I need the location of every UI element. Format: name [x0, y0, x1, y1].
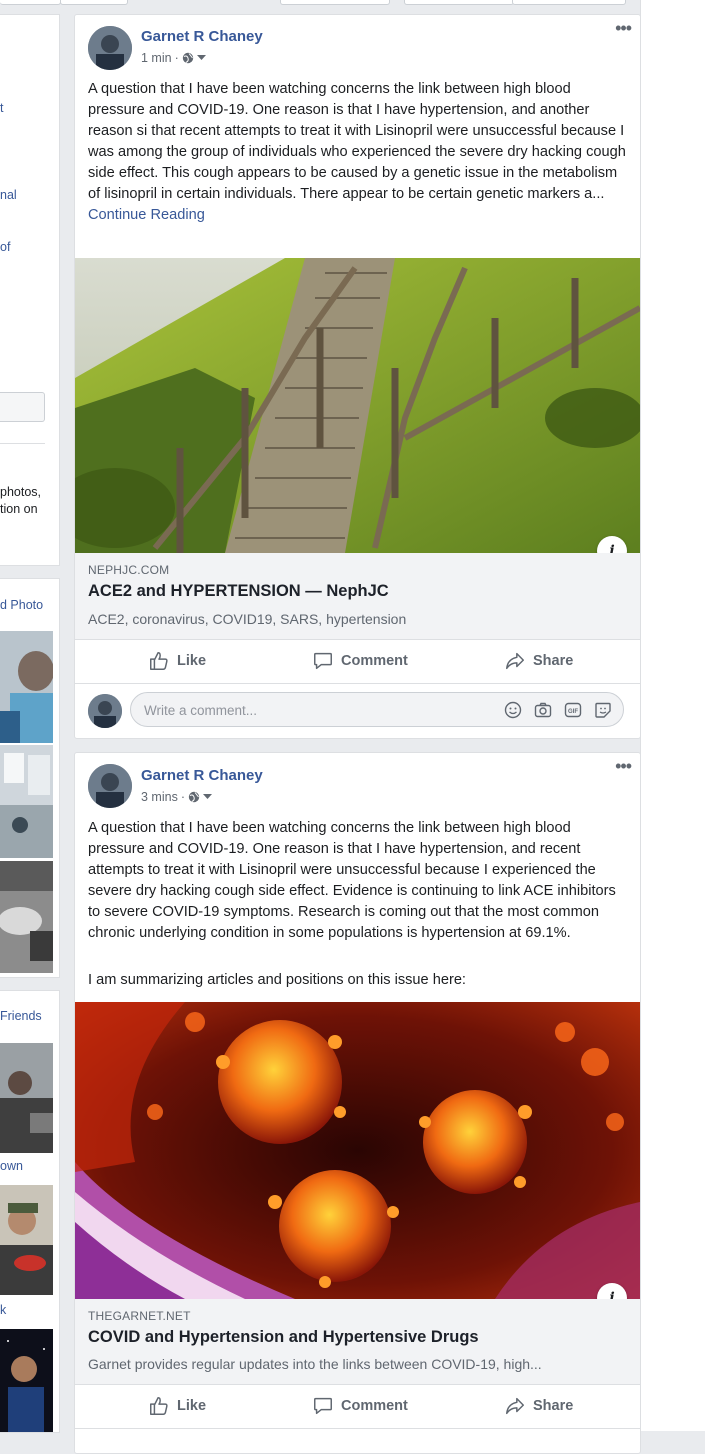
- left-fragment-2[interactable]: nal: [0, 188, 17, 202]
- left-fragment-1[interactable]: t: [0, 101, 3, 115]
- post-body: A question that I have been watching con…: [88, 820, 616, 941]
- feed-post: Garnet R Chaney 1 min · ••• A question t…: [74, 14, 641, 739]
- post-text-2: I am summarizing articles and positions …: [88, 970, 628, 991]
- left-fragment-4: photos,: [0, 485, 42, 499]
- left-photo-3[interactable]: [0, 861, 53, 973]
- left-fragment-6[interactable]: d Photo: [0, 598, 43, 612]
- top-control-2[interactable]: [60, 0, 128, 5]
- like-button[interactable]: Like: [148, 1384, 206, 1428]
- post-body-2: I am summarizing articles and positions …: [88, 972, 466, 988]
- globe-icon[interactable]: [188, 791, 200, 803]
- share-label: Share: [533, 1398, 574, 1414]
- comment-icon: [314, 1397, 332, 1415]
- left-friends-card: Friends own k: [0, 990, 60, 1433]
- left-friend-photo-1[interactable]: [0, 1043, 53, 1153]
- comment-input[interactable]: Write a comment... GIF: [130, 692, 624, 727]
- post-time[interactable]: 1 min: [141, 51, 172, 65]
- share-icon: [506, 1397, 524, 1415]
- top-control-4[interactable]: [404, 0, 514, 5]
- left-photos-card: d Photo: [0, 578, 60, 978]
- left-friend-photo-3[interactable]: [0, 1329, 53, 1432]
- left-friend-photo-2[interactable]: [0, 1185, 53, 1295]
- emoji-icon[interactable]: [503, 700, 523, 720]
- author-avatar[interactable]: [88, 764, 132, 808]
- comment-composer: Write a comment... GIF: [75, 683, 640, 738]
- link-domain: NEPHJC.COM: [88, 563, 170, 577]
- caret-down-icon[interactable]: [203, 794, 212, 800]
- link-description: ACE2, coronavirus, COVID19, SARS, hypert…: [88, 611, 407, 627]
- post-actions: Like Comment Share: [75, 1384, 640, 1429]
- more-icon[interactable]: •••: [615, 19, 632, 37]
- comment-label: Comment: [341, 653, 408, 669]
- left-photo-2[interactable]: [0, 745, 53, 858]
- top-control-5[interactable]: [512, 0, 626, 5]
- link-preview-box[interactable]: THEGARNET.NET COVID and Hypertension and…: [75, 1299, 640, 1385]
- left-fragment-9[interactable]: k: [0, 1303, 6, 1317]
- like-icon: [150, 652, 168, 670]
- left-intro-card: t nal of photos, tion on: [0, 14, 60, 566]
- post-text: A question that I have been watching con…: [88, 818, 628, 944]
- continue-reading-link[interactable]: Continue Reading: [88, 207, 205, 223]
- share-button[interactable]: Share: [504, 639, 573, 683]
- top-control-1[interactable]: [0, 0, 61, 5]
- link-title[interactable]: ACE2 and HYPERTENSION — NephJC: [88, 582, 389, 601]
- share-button[interactable]: Share: [504, 1384, 573, 1428]
- post-author[interactable]: Garnet R Chaney: [141, 767, 263, 784]
- gif-icon[interactable]: GIF: [563, 700, 583, 720]
- globe-icon[interactable]: [182, 52, 194, 64]
- share-label: Share: [533, 653, 574, 669]
- feed-post: Garnet R Chaney 3 mins · ••• A question …: [74, 752, 641, 1454]
- author-avatar[interactable]: [88, 26, 132, 70]
- post-author[interactable]: Garnet R Chaney: [141, 28, 263, 45]
- left-input-stub[interactable]: [0, 392, 45, 422]
- top-control-3[interactable]: [280, 0, 390, 5]
- link-description: Garnet provides regular updates into the…: [88, 1356, 542, 1372]
- like-label: Like: [177, 653, 207, 669]
- post-time[interactable]: 3 mins: [141, 790, 178, 804]
- post-meta: 1 min ·: [141, 51, 206, 65]
- left-fragment-5: tion on: [0, 502, 38, 516]
- camera-icon[interactable]: [533, 700, 553, 720]
- link-preview-box[interactable]: NEPHJC.COM ACE2 and HYPERTENSION — NephJ…: [75, 553, 640, 640]
- viewer-avatar[interactable]: [88, 694, 122, 728]
- left-fragment-3[interactable]: of: [0, 240, 10, 254]
- left-photo-1[interactable]: [0, 631, 53, 743]
- link-preview-image[interactable]: [75, 1002, 640, 1299]
- comment-icon: [314, 652, 332, 670]
- right-gutter: [640, 0, 705, 1431]
- left-fragment-7[interactable]: Friends: [0, 1009, 42, 1023]
- post-meta: 3 mins ·: [141, 790, 212, 804]
- like-icon: [150, 1397, 168, 1415]
- more-icon[interactable]: •••: [615, 757, 632, 775]
- post-actions: Like Comment Share: [75, 639, 640, 684]
- caret-down-icon[interactable]: [196, 55, 206, 61]
- post-text: A question that I have been watching con…: [88, 79, 628, 226]
- link-preview-image[interactable]: [75, 258, 640, 553]
- left-fragment-8[interactable]: own: [0, 1159, 23, 1173]
- post-body: A question that I have been watching con…: [88, 81, 626, 202]
- comment-placeholder: Write a comment...: [144, 703, 258, 718]
- comment-button[interactable]: Comment: [312, 1384, 408, 1428]
- left-divider: [0, 443, 45, 444]
- sticker-icon[interactable]: [593, 700, 613, 720]
- comment-label: Comment: [341, 1398, 408, 1414]
- comment-button[interactable]: Comment: [312, 639, 408, 683]
- link-title[interactable]: COVID and Hypertension and Hypertensive …: [88, 1328, 479, 1347]
- link-domain: THEGARNET.NET: [88, 1309, 191, 1323]
- svg-text:GIF: GIF: [568, 709, 578, 715]
- like-label: Like: [177, 1398, 207, 1414]
- share-icon: [506, 652, 524, 670]
- like-button[interactable]: Like: [148, 639, 206, 683]
